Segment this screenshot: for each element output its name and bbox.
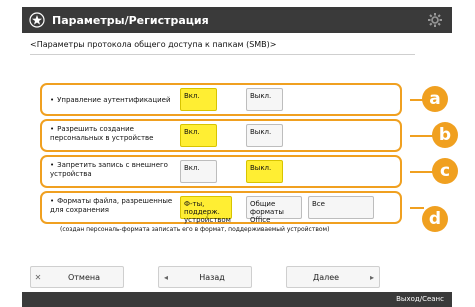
session-status[interactable]: Выход/Сеанс [396,295,444,303]
back-label: Назад [199,272,225,282]
format-note: (создан персональ-формата записать его в… [60,226,330,233]
row-label: Разрешить создание персональных в устрой… [50,125,182,143]
option-off-button[interactable]: Выкл. [246,160,283,183]
option-on-button[interactable]: Вкл. [180,88,217,111]
row-label: Форматы файла, разрешенные для сохранени… [50,197,182,215]
next-button[interactable]: Далее ▸ [286,266,380,288]
option-all-formats-button[interactable]: Все [308,196,374,219]
row-file-formats: Форматы файла, разрешенные для сохранени… [40,191,402,224]
callout-a: a [422,86,448,112]
next-label: Далее [312,272,340,282]
back-button[interactable]: ◂ Назад [158,266,252,288]
arrow-left-icon: ◂ [163,272,168,282]
callout-d: d [422,206,448,232]
row-authentication: Управление аутентификацией Вкл. Выкл. [40,83,402,116]
callout-connector [410,207,424,209]
callout-connector [410,171,434,173]
cancel-label: Отмена [67,272,101,282]
arrow-right-icon: ▸ [369,272,374,282]
section-subtitle: <Параметры протокола общего доступа к па… [30,40,277,49]
option-on-button[interactable]: Вкл. [180,124,217,147]
option-device-formats-button[interactable]: Ф-ты, поддерж. устройством [180,196,232,224]
row-create-personal: Разрешить создание персональных в устрой… [40,119,402,152]
status-bar: Выход/Сеанс [22,292,452,307]
gear-icon[interactable] [426,11,444,29]
option-off-button[interactable]: Выкл. [246,88,283,111]
row-deny-write: Запретить запись с внешнего устройства В… [40,155,402,188]
option-on-button[interactable]: Вкл. [180,160,217,183]
title-bar: Параметры/Регистрация [22,7,452,33]
option-office-formats-button[interactable]: Общие форматы Office [246,196,302,224]
close-icon: ✕ [34,272,42,282]
option-off-button[interactable]: Выкл. [246,124,283,147]
page-title: Параметры/Регистрация [52,13,209,27]
row-label: Управление аутентификацией [50,96,182,105]
callout-b: b [432,122,458,148]
row-label: Запретить запись с внешнего устройства [50,161,182,179]
settings-star-icon [28,11,46,29]
cancel-button[interactable]: ✕ Отмена [30,266,124,288]
callout-connector [410,135,434,137]
callout-c: c [432,158,458,184]
